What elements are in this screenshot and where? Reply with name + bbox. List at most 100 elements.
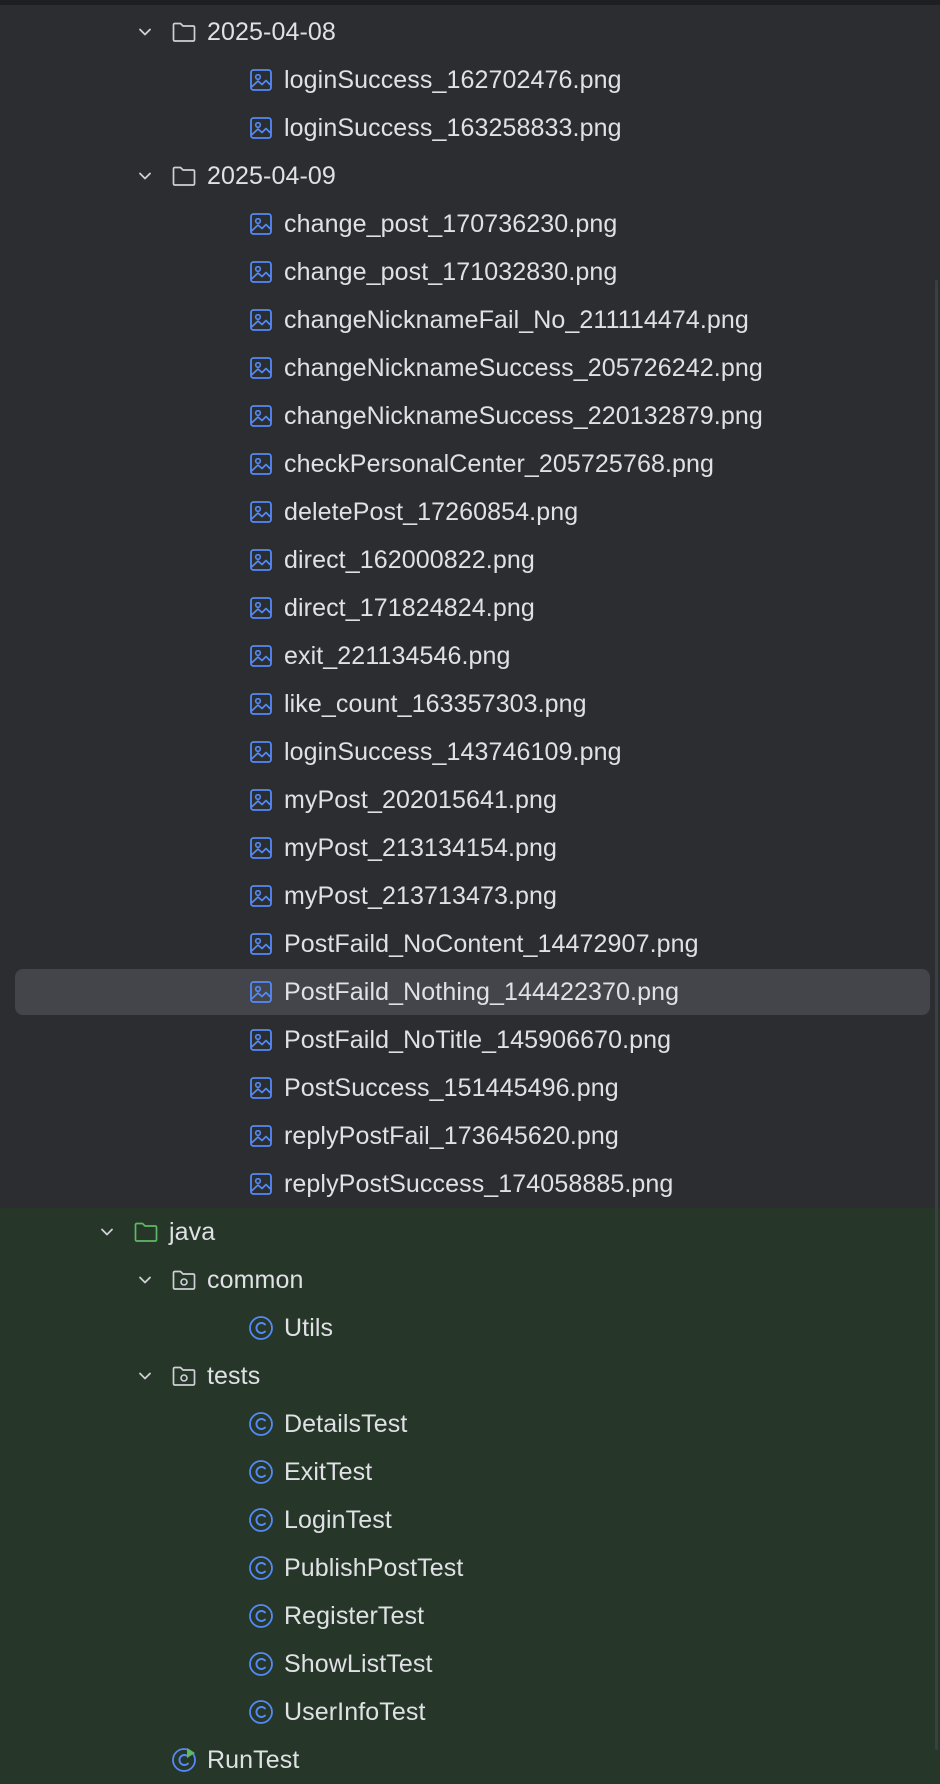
image-file-icon	[248, 691, 274, 717]
tree-row-mypost-202015641-png[interactable]: myPost_202015641.png	[0, 776, 940, 824]
tree-row-checkpersonalcenter-205725768-png[interactable]: checkPersonalCenter_205725768.png	[0, 440, 940, 488]
tree-row-userinfotest[interactable]: UserInfoTest	[0, 1688, 940, 1736]
tree-item-label: LoginTest	[284, 1505, 392, 1534]
tree-item-label: Utils	[284, 1313, 334, 1342]
test-sources-section: java common Utils tests DetailsTest ExitTest L…	[0, 1208, 940, 1784]
tree-item-label: myPost_213713473.png	[284, 881, 558, 910]
image-file-icon	[248, 1027, 274, 1053]
tree-row-replypostfail-173645620-png[interactable]: replyPostFail_173645620.png	[0, 1112, 940, 1160]
image-file-icon	[248, 595, 274, 621]
tree-item-label: common	[207, 1265, 304, 1294]
tree-item-label: deletePost_17260854.png	[284, 497, 579, 526]
tree-item-label: loginSuccess_163258833.png	[284, 113, 622, 142]
tree-row-like-count-163357303-png[interactable]: like_count_163357303.png	[0, 680, 940, 728]
tree-item-label: change_post_170736230.png	[284, 209, 618, 238]
tree-item-label: like_count_163357303.png	[284, 689, 587, 718]
tree-row-change-post-170736230-png[interactable]: change_post_170736230.png	[0, 200, 940, 248]
tree-row-exit-221134546-png[interactable]: exit_221134546.png	[0, 632, 940, 680]
tree-row-changenicknamefail-no-211114474-png[interactable]: changeNicknameFail_No_211114474.png	[0, 296, 940, 344]
tree-row-changenicknamesuccess-205726242-png[interactable]: changeNicknameSuccess_205726242.png	[0, 344, 940, 392]
tree-row-deletepost-17260854-png[interactable]: deletePost_17260854.png	[0, 488, 940, 536]
tree-row-java[interactable]: java	[0, 1208, 940, 1256]
chevron-down-icon[interactable]	[133, 1364, 157, 1388]
tree-row-registertest[interactable]: RegisterTest	[0, 1592, 940, 1640]
panel-top-border	[0, 0, 940, 5]
tree-row-change-post-171032830-png[interactable]: change_post_171032830.png	[0, 248, 940, 296]
image-file-icon	[248, 643, 274, 669]
tree-row-showlisttest[interactable]: ShowListTest	[0, 1640, 940, 1688]
tree-item-label: PostFaild_NoContent_14472907.png	[284, 929, 699, 958]
tree-row-detailstest[interactable]: DetailsTest	[0, 1400, 940, 1448]
tree-item-label: 2025-04-09	[207, 161, 336, 190]
tree-row-changenicknamesuccess-220132879-png[interactable]: changeNicknameSuccess_220132879.png	[0, 392, 940, 440]
tree-row-2025-04-08[interactable]: 2025-04-08	[0, 8, 940, 56]
tree-item-label: DetailsTest	[284, 1409, 408, 1438]
java-class-icon	[248, 1411, 274, 1437]
java-class-icon	[248, 1603, 274, 1629]
tree-item-label: PostFaild_NoTitle_145906670.png	[284, 1025, 672, 1054]
tree-row-mypost-213713473-png[interactable]: myPost_213713473.png	[0, 872, 940, 920]
folder-icon	[171, 19, 197, 45]
tree-item-label: change_post_171032830.png	[284, 257, 618, 286]
tree-row-loginsuccess-163258833-png[interactable]: loginSuccess_163258833.png	[0, 104, 940, 152]
tree-row-utils[interactable]: Utils	[0, 1304, 940, 1352]
image-file-icon	[248, 787, 274, 813]
tree-row-exittest[interactable]: ExitTest	[0, 1448, 940, 1496]
package-icon	[171, 1267, 197, 1293]
tree-row-mypost-213134154-png[interactable]: myPost_213134154.png	[0, 824, 940, 872]
chevron-down-icon[interactable]	[133, 20, 157, 44]
resources-section: 2025-04-08 loginSuccess_162702476.pnglogi…	[0, 8, 940, 1208]
tree-row-postfaild-notitle-145906670-png[interactable]: PostFaild_NoTitle_145906670.png	[0, 1016, 940, 1064]
tree-item-label: direct_162000822.png	[284, 545, 535, 574]
image-file-icon	[248, 499, 274, 525]
image-file-icon	[248, 451, 274, 477]
java-class-icon	[248, 1555, 274, 1581]
tree-item-label: tests	[207, 1361, 261, 1390]
test-source-folder-icon	[133, 1219, 159, 1245]
tree-row-loginsuccess-143746109-png[interactable]: loginSuccess_143746109.png	[0, 728, 940, 776]
java-class-icon	[248, 1315, 274, 1341]
tree-row-direct-162000822-png[interactable]: direct_162000822.png	[0, 536, 940, 584]
tree-row-postsuccess-151445496-png[interactable]: PostSuccess_151445496.png	[0, 1064, 940, 1112]
vertical-scrollbar[interactable]	[935, 280, 938, 1750]
tree-item-label: UserInfoTest	[284, 1697, 426, 1726]
tree-item-label: java	[169, 1217, 216, 1246]
tree-item-label: RunTest	[207, 1745, 300, 1774]
image-file-icon	[248, 931, 274, 957]
tree-row-replypostsuccess-174058885-png[interactable]: replyPostSuccess_174058885.png	[0, 1160, 940, 1208]
tree-row-tests[interactable]: tests	[0, 1352, 940, 1400]
java-class-icon	[248, 1651, 274, 1677]
project-tree[interactable]: 2025-04-08 loginSuccess_162702476.pnglogi…	[0, 8, 940, 1784]
java-class-icon	[248, 1699, 274, 1725]
chevron-down-icon[interactable]	[133, 164, 157, 188]
runnable-class-icon	[171, 1747, 197, 1773]
tree-row-common[interactable]: common	[0, 1256, 940, 1304]
tree-row-direct-171824824-png[interactable]: direct_171824824.png	[0, 584, 940, 632]
java-class-icon	[248, 1507, 274, 1533]
chevron-down-icon[interactable]	[95, 1220, 119, 1244]
tree-item-label: ExitTest	[284, 1457, 373, 1486]
tree-item-label: myPost_213134154.png	[284, 833, 558, 862]
java-class-icon	[248, 1459, 274, 1485]
image-file-icon	[248, 547, 274, 573]
tree-item-label: 2025-04-08	[207, 17, 336, 46]
chevron-down-icon[interactable]	[133, 1268, 157, 1292]
tree-row-postfaild-nothing-144422370-png[interactable]: PostFaild_Nothing_144422370.png	[0, 968, 940, 1016]
tree-item-label: PublishPostTest	[284, 1553, 464, 1582]
image-file-icon	[248, 1123, 274, 1149]
tree-row-runtest[interactable]: RunTest	[0, 1736, 940, 1784]
image-file-icon	[248, 355, 274, 381]
tree-item-label: direct_171824824.png	[284, 593, 535, 622]
tree-row-loginsuccess-162702476-png[interactable]: loginSuccess_162702476.png	[0, 56, 940, 104]
tree-row-publishposttest[interactable]: PublishPostTest	[0, 1544, 940, 1592]
image-file-icon	[248, 979, 274, 1005]
tree-row-logintest[interactable]: LoginTest	[0, 1496, 940, 1544]
tree-item-label: RegisterTest	[284, 1601, 425, 1630]
tree-item-label: myPost_202015641.png	[284, 785, 558, 814]
tree-row-2025-04-09[interactable]: 2025-04-09	[0, 152, 940, 200]
tree-row-postfaild-nocontent-14472907-png[interactable]: PostFaild_NoContent_14472907.png	[0, 920, 940, 968]
tree-item-label: changeNicknameSuccess_205726242.png	[284, 353, 763, 382]
image-file-icon	[248, 739, 274, 765]
package-icon	[171, 1363, 197, 1389]
image-file-icon	[248, 1075, 274, 1101]
